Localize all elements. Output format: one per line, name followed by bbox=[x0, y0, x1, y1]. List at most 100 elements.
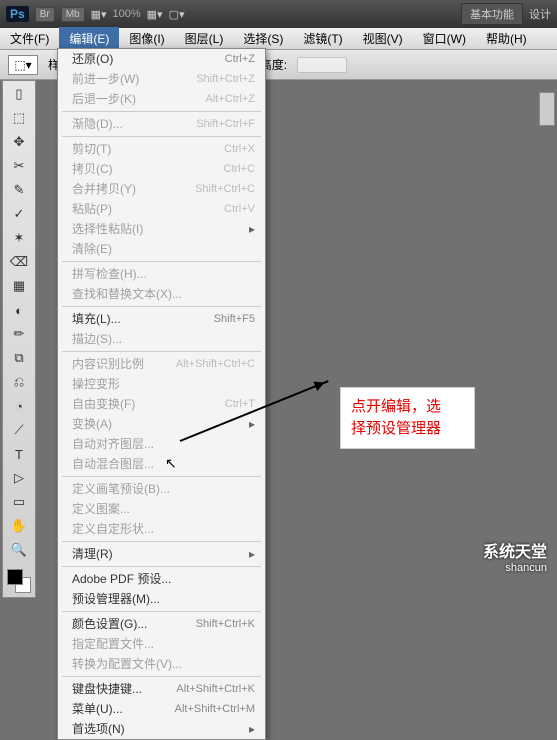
tool-17[interactable]: ▭ bbox=[8, 493, 30, 511]
watermark-line2: shancun bbox=[483, 562, 547, 574]
tool-13[interactable]: ◔ bbox=[8, 397, 30, 415]
tool-6[interactable]: ✶ bbox=[8, 229, 30, 247]
submenu-arrow-icon: ▸ bbox=[249, 546, 255, 562]
menu-item-8-1[interactable]: 预设管理器(M)... bbox=[58, 589, 265, 609]
menu-5[interactable]: 滤镜(T) bbox=[293, 27, 352, 50]
annotation-line2: 择预设管理器 bbox=[351, 418, 464, 440]
tool-5[interactable]: ✓ bbox=[8, 205, 30, 223]
menu-item-shortcut: Ctrl+V bbox=[224, 201, 255, 217]
menu-item-10-0[interactable]: 键盘快捷键...Alt+Shift+Ctrl+K bbox=[58, 679, 265, 699]
menu-item-shortcut: Alt+Ctrl+Z bbox=[205, 91, 255, 107]
menu-item-label: 合并拷贝(Y) bbox=[72, 181, 195, 197]
tool-3[interactable]: ✂ bbox=[8, 157, 30, 175]
fg-bg-color[interactable] bbox=[7, 569, 31, 593]
tool-14[interactable]: ⟋ bbox=[8, 421, 30, 439]
menu-1[interactable]: 编辑(E) bbox=[59, 27, 119, 50]
menu-item-2-5: 清除(E) bbox=[58, 239, 265, 259]
menu-item-label: 自动混合图层... bbox=[72, 456, 255, 472]
tool-11[interactable]: ⧉ bbox=[8, 349, 30, 367]
submenu-arrow-icon: ▸ bbox=[249, 721, 255, 737]
menu-item-2-2: 合并拷贝(Y)Shift+Ctrl+C bbox=[58, 179, 265, 199]
tool-16[interactable]: ▷ bbox=[8, 469, 30, 487]
menu-item-label: 指定配置文件... bbox=[72, 636, 255, 652]
menu-item-label: 内容识别比例 bbox=[72, 356, 176, 372]
menu-item-9-0[interactable]: 颜色设置(G)...Shift+Ctrl+K bbox=[58, 614, 265, 634]
menu-item-shortcut: Ctrl+T bbox=[225, 396, 255, 412]
screen-icon[interactable]: ▢▾ bbox=[169, 8, 185, 21]
view-icon[interactable]: ▦▾ bbox=[91, 8, 107, 21]
tool-10[interactable]: ✏ bbox=[8, 325, 30, 343]
menu-item-shortcut: Shift+Ctrl+Z bbox=[196, 71, 255, 87]
menu-item-6-0: 定义画笔预设(B)... bbox=[58, 479, 265, 499]
menu-item-0-0[interactable]: 还原(O)Ctrl+Z bbox=[58, 49, 265, 69]
zoom-level[interactable]: 100% bbox=[113, 8, 141, 20]
menu-item-shortcut: Shift+F5 bbox=[214, 311, 255, 327]
menu-item-9-2: 转换为配置文件(V)... bbox=[58, 654, 265, 674]
menu-item-4-0[interactable]: 填充(L)...Shift+F5 bbox=[58, 309, 265, 329]
menu-item-9-1: 指定配置文件... bbox=[58, 634, 265, 654]
height-input[interactable] bbox=[297, 57, 347, 73]
tool-4[interactable]: ✎ bbox=[8, 181, 30, 199]
menu-item-label: 选择性粘贴(I) bbox=[72, 221, 245, 237]
menu-item-0-2: 后退一步(K)Alt+Ctrl+Z bbox=[58, 89, 265, 109]
annotation-line1: 点开编辑，选 bbox=[351, 396, 464, 418]
menu-item-label: 剪切(T) bbox=[72, 141, 224, 157]
bridge-button[interactable]: Br bbox=[35, 7, 55, 22]
submenu-arrow-icon: ▸ bbox=[249, 416, 255, 432]
menu-item-shortcut: Alt+Shift+Ctrl+M bbox=[175, 701, 255, 717]
tool-15[interactable]: T bbox=[8, 445, 30, 463]
menu-item-2-0: 剪切(T)Ctrl+X bbox=[58, 139, 265, 159]
menu-4[interactable]: 选择(S) bbox=[233, 27, 293, 50]
menu-item-label: 清理(R) bbox=[72, 546, 245, 562]
menu-item-7-0[interactable]: 清理(R)▸ bbox=[58, 544, 265, 564]
menu-item-8-0[interactable]: Adobe PDF 预设... bbox=[58, 569, 265, 589]
menu-item-label: 填充(L)... bbox=[72, 311, 214, 327]
menu-item-10-2[interactable]: 首选项(N)▸ bbox=[58, 719, 265, 739]
menu-item-label: 查找和替换文本(X)... bbox=[72, 286, 255, 302]
tool-7[interactable]: ⌫ bbox=[8, 253, 30, 271]
menu-item-5-0: 内容识别比例Alt+Shift+Ctrl+C bbox=[58, 354, 265, 374]
menu-3[interactable]: 图层(L) bbox=[175, 27, 234, 50]
menu-2[interactable]: 图像(I) bbox=[119, 27, 174, 50]
menu-item-label: 拼写检查(H)... bbox=[72, 266, 255, 282]
menu-item-shortcut: Shift+Ctrl+K bbox=[196, 616, 255, 632]
menu-item-shortcut: Alt+Shift+Ctrl+C bbox=[176, 356, 255, 372]
menu-item-label: 还原(O) bbox=[72, 51, 225, 67]
menu-item-5-2: 自由变换(F)Ctrl+T bbox=[58, 394, 265, 414]
tool-preset-icon[interactable]: ⬚▾ bbox=[8, 55, 38, 75]
tool-2[interactable]: ✥ bbox=[8, 133, 30, 151]
menu-item-label: 定义画笔预设(B)... bbox=[72, 481, 255, 497]
minibridge-button[interactable]: Mb bbox=[61, 7, 85, 22]
watermark: 系统天堂 shancun bbox=[483, 538, 547, 574]
menu-item-label: 操控变形 bbox=[72, 376, 255, 392]
menu-item-label: 首选项(N) bbox=[72, 721, 245, 737]
menu-item-4-1: 描边(S)... bbox=[58, 329, 265, 349]
menu-item-5-1: 操控变形 bbox=[58, 374, 265, 394]
menu-7[interactable]: 窗口(W) bbox=[413, 27, 476, 50]
menu-0[interactable]: 文件(F) bbox=[0, 27, 59, 50]
workspace-switcher[interactable]: 基本功能 bbox=[461, 3, 523, 25]
watermark-line1: 系统天堂 bbox=[483, 538, 547, 562]
menu-item-label: 自由变换(F) bbox=[72, 396, 225, 412]
menu-item-10-1[interactable]: 菜单(U)...Alt+Shift+Ctrl+M bbox=[58, 699, 265, 719]
edit-menu-dropdown: 还原(O)Ctrl+Z前进一步(W)Shift+Ctrl+Z后退一步(K)Alt… bbox=[57, 48, 266, 740]
tool-18[interactable]: ✋ bbox=[8, 517, 30, 535]
tool-19[interactable]: 🔍 bbox=[8, 541, 30, 559]
arrange-icon[interactable]: ▦▾ bbox=[147, 8, 163, 21]
menu-item-label: 清除(E) bbox=[72, 241, 255, 257]
menu-item-shortcut: Alt+Shift+Ctrl+K bbox=[176, 681, 255, 697]
menu-item-label: 描边(S)... bbox=[72, 331, 255, 347]
tool-0[interactable]: ▯ bbox=[8, 85, 30, 103]
menu-item-label: 后退一步(K) bbox=[72, 91, 205, 107]
workspace-design[interactable]: 设计 bbox=[529, 6, 551, 22]
app-bar: Ps Br Mb ▦▾ 100% ▦▾ ▢▾ 基本功能 设计 bbox=[0, 0, 557, 28]
tool-8[interactable]: ▦ bbox=[8, 277, 30, 295]
menu-item-3-1: 查找和替换文本(X)... bbox=[58, 284, 265, 304]
collapsed-panel[interactable] bbox=[539, 92, 555, 126]
tool-9[interactable]: ◐ bbox=[8, 301, 30, 319]
tool-12[interactable]: ⎌ bbox=[8, 373, 30, 391]
menu-item-shortcut: Shift+Ctrl+F bbox=[196, 116, 255, 132]
tool-1[interactable]: ⬚ bbox=[8, 109, 30, 127]
menu-6[interactable]: 视图(V) bbox=[353, 27, 413, 50]
menu-8[interactable]: 帮助(H) bbox=[476, 27, 537, 50]
